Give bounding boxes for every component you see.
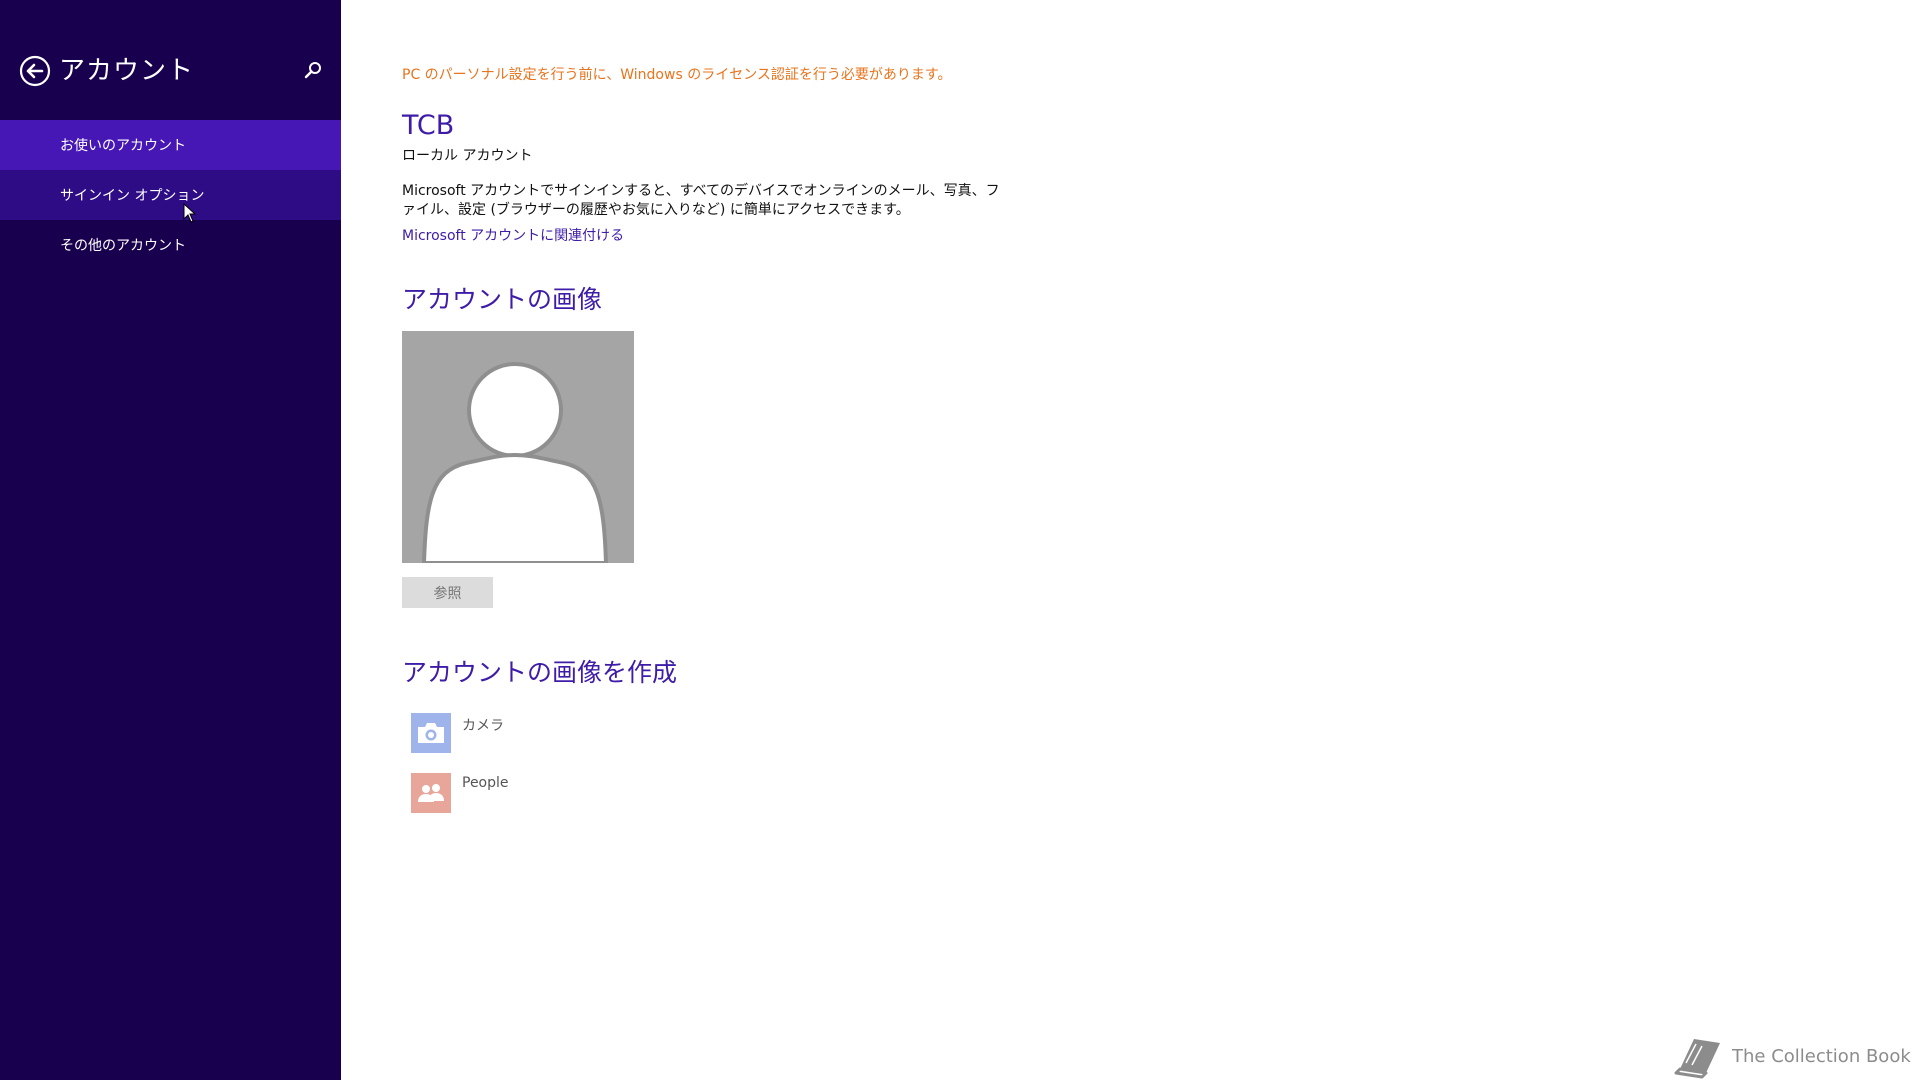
sidebar-item-label: サインイン オプション [60,188,205,204]
connect-microsoft-account-link[interactable]: Microsoft アカウントに関連付ける [402,225,624,245]
camera-app-item[interactable]: カメラ [411,713,504,753]
people-tile [411,773,451,813]
default-user-icon [421,362,609,563]
book-icon [1674,1039,1720,1079]
create-account-picture-title: アカウントの画像を作成 [402,658,678,687]
search-button[interactable] [302,59,324,81]
camera-icon [418,723,444,743]
watermark: The Collection Book [1672,1033,1911,1079]
account-settings-panel: PC のパーソナル設定を行う前に、Windows のライセンス認証を行う必要があ… [402,0,1862,1080]
sidebar-header: アカウント [0,0,341,120]
back-arrow-icon [19,55,51,87]
mouse-cursor-icon [183,203,197,223]
people-app-item[interactable]: People [411,773,509,813]
settings-sidebar: アカウント お使いのアカウント サインイン オプション その他のアカウント [0,0,341,1080]
camera-app-label: カメラ [462,718,504,734]
sidebar-item-label: その他のアカウント [60,238,186,254]
sidebar-item-other-accounts[interactable]: その他のアカウント [0,220,341,270]
account-name: TCB [402,110,455,141]
sidebar-item-label: お使いのアカウント [60,138,186,154]
people-icon [418,784,444,802]
people-app-label: People [462,775,509,791]
account-picture-title: アカウントの画像 [402,285,603,314]
sidebar-nav: お使いのアカウント サインイン オプション その他のアカウント [0,120,341,270]
camera-tile [411,713,451,753]
search-icon [304,62,321,79]
back-button[interactable] [19,55,51,87]
sidebar-item-sign-in-options[interactable]: サインイン オプション [0,170,341,220]
watermark-text: The Collection Book [1732,1045,1911,1067]
license-warning[interactable]: PC のパーソナル設定を行う前に、Windows のライセンス認証を行う必要があ… [402,64,952,84]
browse-button[interactable]: 参照 [402,577,493,608]
sidebar-title: アカウント [59,56,195,86]
microsoft-account-description: Microsoft アカウントでサインインすると、すべてのデバイスでオンラインの… [402,183,1000,218]
account-picture [402,331,634,563]
sidebar-item-your-account[interactable]: お使いのアカウント [0,120,341,170]
account-type: ローカル アカウント [402,148,533,164]
